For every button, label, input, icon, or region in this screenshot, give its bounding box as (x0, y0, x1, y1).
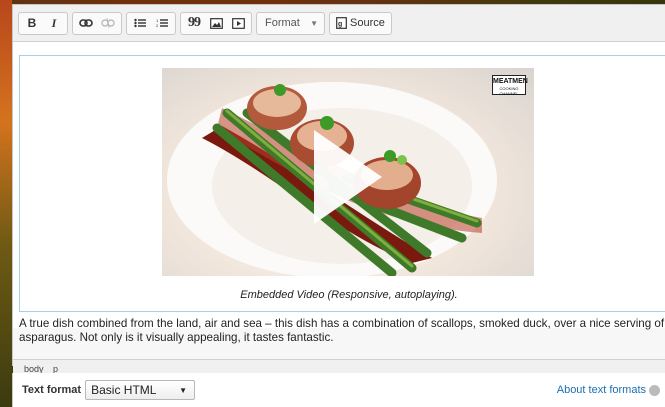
numbered-list-button[interactable]: 12 (151, 14, 173, 33)
image-button[interactable] (205, 14, 227, 33)
food-image (167, 82, 497, 276)
channel-logo: MEATMEN COOKING CHANNEL (492, 75, 528, 96)
help-icon[interactable] (649, 384, 660, 396)
video-caption: Embedded Video (Responsive, autoplaying)… (240, 289, 458, 301)
link-button[interactable] (75, 14, 97, 33)
blockquote-button[interactable]: 99 (183, 14, 205, 33)
format-dropdown-label: Format (265, 17, 300, 29)
text-format-select[interactable]: Basic HTML ▼ (85, 380, 196, 400)
toolbar-group-links (72, 11, 122, 35)
video-embed-icon (231, 17, 245, 29)
toolbar-group-insert: 99 (180, 11, 252, 35)
unlink-icon (101, 18, 115, 28)
text-format-value: Basic HTML (91, 383, 157, 397)
text-format-label: Text format (22, 384, 82, 396)
numbered-list-icon: 12 (156, 18, 168, 28)
embedded-video-figure[interactable]: MEATMEN COOKING CHANNEL Embedded Video (… (19, 55, 665, 312)
unlink-button[interactable] (97, 14, 119, 33)
video-embed-button[interactable] (227, 14, 249, 33)
source-button-label: Source (350, 17, 385, 29)
text-format-bar: Text format Basic HTML ▼ About text form… (12, 373, 665, 407)
paragraph-line: asparagus. Not only is it visually appea… (19, 331, 334, 344)
rich-text-editor: B I 12 99 Format ▼ g Source MEATMEN COOK… (12, 4, 665, 378)
video-thumbnail[interactable]: MEATMEN COOKING CHANNEL (162, 68, 534, 276)
bulleted-list-icon (134, 18, 146, 28)
svg-text:g: g (338, 21, 342, 28)
italic-button[interactable]: I (43, 14, 65, 33)
source-button[interactable]: g Source (329, 11, 392, 35)
about-text-formats-link[interactable]: About text formats (557, 384, 660, 396)
format-dropdown[interactable]: Format ▼ (256, 11, 325, 35)
body-paragraph: A true dish combined from the land, air … (19, 317, 665, 345)
page-background (0, 0, 12, 407)
link-icon (79, 19, 93, 27)
toolbar-group-lists: 12 (126, 11, 176, 35)
bulleted-list-button[interactable] (129, 14, 151, 33)
chevron-down-icon: ▼ (310, 18, 318, 28)
editor-toolbar: B I 12 99 Format ▼ g Source (13, 5, 665, 42)
source-icon: g (336, 17, 347, 29)
paragraph-line: A true dish combined from the land, air … (19, 317, 665, 330)
bold-button[interactable]: B (21, 14, 43, 33)
chevron-down-icon: ▼ (179, 385, 188, 395)
svg-text:2: 2 (156, 23, 159, 28)
editor-content-area[interactable]: MEATMEN COOKING CHANNEL Embedded Video (… (13, 42, 665, 344)
image-icon (209, 17, 223, 29)
toolbar-group-basic: B I (18, 11, 68, 35)
